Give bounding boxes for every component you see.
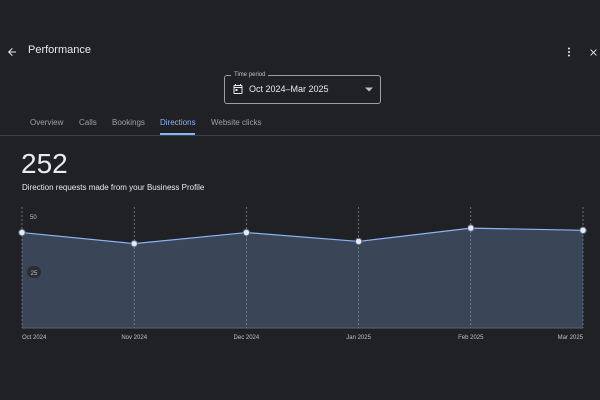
x-tick-label: Nov 2024 <box>121 335 147 341</box>
chart-data-point <box>18 228 26 237</box>
total-count: 252 <box>21 148 68 179</box>
x-tick-label: Oct 2024 <box>22 335 47 341</box>
tab-bookings[interactable]: Bookings <box>112 112 145 134</box>
chart-data-point <box>242 228 251 237</box>
tab-overview[interactable]: Overview <box>30 112 63 134</box>
tabs-divider <box>0 135 600 136</box>
time-period-value: Oct 2024–Mar 2025 <box>249 84 329 94</box>
x-tick-label: Mar 2025 <box>558 335 584 341</box>
close-icon <box>589 48 597 56</box>
tab-calls[interactable]: Calls <box>79 112 97 134</box>
y-tick-label: 25 <box>31 271 38 277</box>
time-period-label: Time period <box>231 70 269 80</box>
more-vert-icon <box>568 47 570 57</box>
more-options-button[interactable] <box>561 43 577 61</box>
chart-data-point <box>467 224 475 232</box>
chart-data-point <box>579 226 587 235</box>
x-tick-label: Feb 2025 <box>458 335 484 341</box>
metric-description: Direction requests made from your Busine… <box>22 183 205 192</box>
chart-data-point <box>130 239 138 248</box>
close-button[interactable] <box>585 43 600 61</box>
chart-area-fill <box>22 228 583 328</box>
arrow-left-icon <box>8 48 16 56</box>
metric-tabs: Overview Calls Bookings Directions Websi… <box>0 112 600 136</box>
x-tick-label: Jan 2025 <box>346 335 371 341</box>
back-button[interactable] <box>3 43 21 61</box>
chart-data-point <box>354 237 363 246</box>
time-period-select[interactable]: Time period Oct 2024–Mar 2025 <box>224 70 381 104</box>
tab-website-clicks[interactable]: Website clicks <box>211 112 262 134</box>
app-header: Performance <box>0 36 600 68</box>
y-tick-label: 50 <box>30 215 37 221</box>
caret-down-icon <box>365 87 373 92</box>
performance-page: Performance Time period Oct 2024–Mar 202… <box>0 0 600 400</box>
x-tick-label: Dec 2024 <box>234 335 260 341</box>
calendar-icon <box>233 84 243 94</box>
page-title: Performance <box>28 44 91 56</box>
directions-area-chart: 50 25 Oct 2024 Nov 2024 Dec 2024 Jan 2025 Feb … <box>18 207 587 341</box>
tab-directions[interactable]: Directions <box>160 112 196 134</box>
